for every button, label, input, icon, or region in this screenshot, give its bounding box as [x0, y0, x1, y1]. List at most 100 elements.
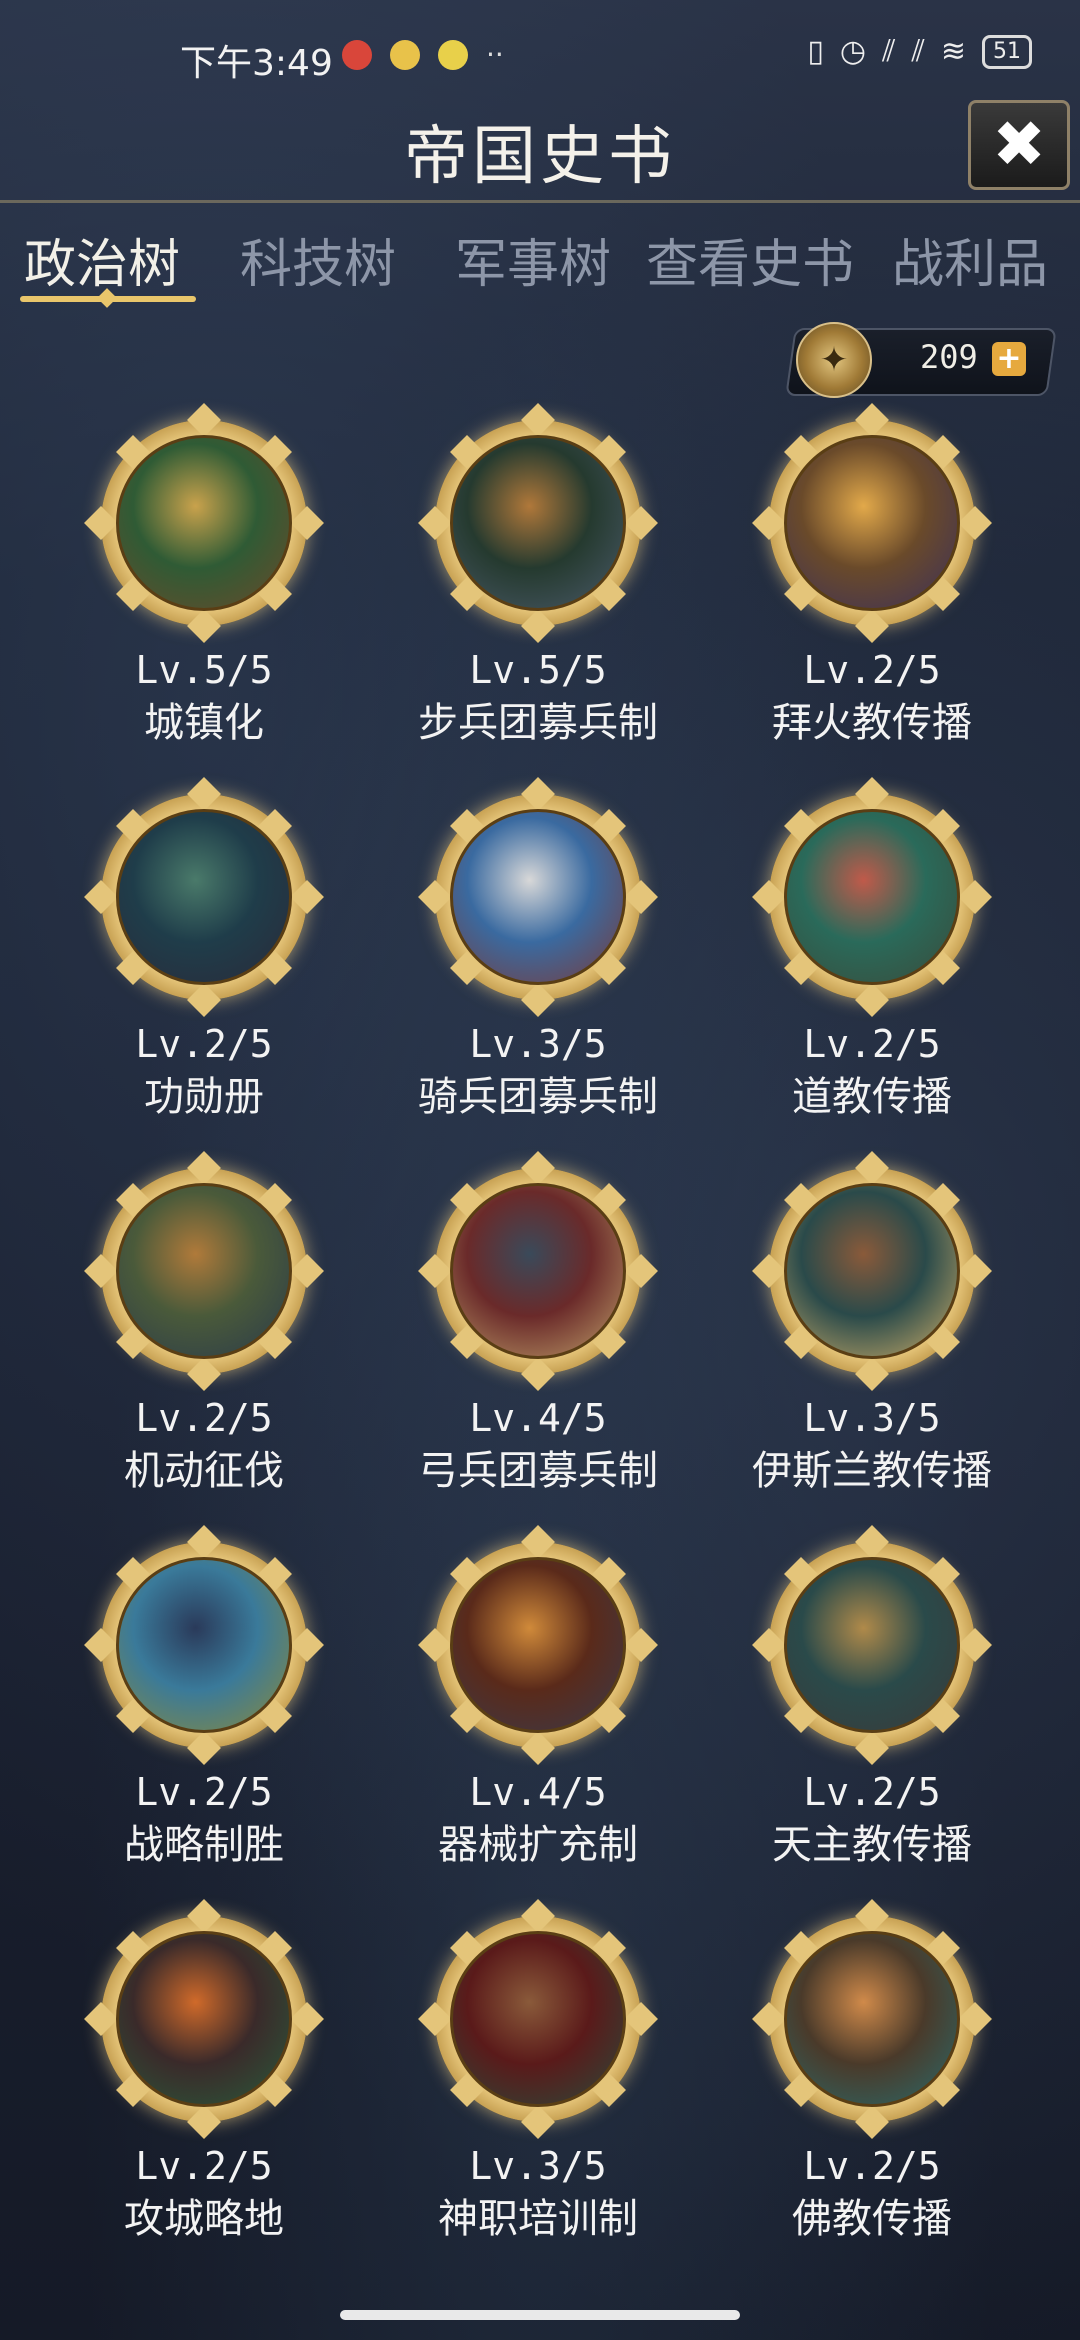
- policy-portrait: [784, 435, 960, 611]
- medallion-spike: [855, 2105, 889, 2139]
- policy-medallion[interactable]: [752, 777, 992, 1017]
- policy-item[interactable]: Lv.2/5 机动征伐: [44, 1151, 364, 1498]
- policy-portrait: [116, 1931, 292, 2107]
- policy-name: 神职培训制: [438, 2196, 638, 2242]
- crest-icon: ✦: [796, 322, 872, 398]
- policy-name: 天主教传播: [772, 1822, 972, 1868]
- vibrate-icon: ▯: [807, 34, 824, 69]
- policy-item[interactable]: Lv.2/5 天主教传播: [712, 1525, 1032, 1872]
- more-notifications-icon: ··: [486, 38, 504, 71]
- policy-medallion[interactable]: [752, 1151, 992, 1391]
- policy-name: 步兵团募兵制: [418, 700, 658, 746]
- medallion-spike: [752, 880, 786, 914]
- policy-medallion[interactable]: [84, 1899, 324, 2139]
- policy-item[interactable]: Lv.4/5 器械扩充制: [378, 1525, 698, 1872]
- medallion-spike: [855, 1357, 889, 1391]
- policy-name: 战略制胜: [124, 1822, 284, 1868]
- policy-item[interactable]: Lv.3/5 神职培训制: [378, 1899, 698, 2246]
- medallion-spike: [752, 1254, 786, 1288]
- policy-item[interactable]: Lv.5/5 城镇化: [44, 403, 364, 750]
- policy-item[interactable]: Lv.2/5 战略制胜: [44, 1525, 364, 1872]
- medallion-spike: [752, 1628, 786, 1662]
- policy-item[interactable]: Lv.3/5 骑兵团募兵制: [378, 777, 698, 1124]
- medallion-spike: [752, 2002, 786, 2036]
- policy-name: 佛教传播: [792, 2196, 952, 2242]
- policy-portrait: [116, 435, 292, 611]
- policy-name: 器械扩充制: [438, 1822, 638, 1868]
- policy-name: 机动征伐: [124, 1448, 284, 1494]
- policy-item[interactable]: Lv.4/5 弓兵团募兵制: [378, 1151, 698, 1498]
- medallion-spike: [624, 880, 658, 914]
- policy-name: 道教传播: [792, 1074, 952, 1120]
- policy-medallion[interactable]: [752, 1525, 992, 1765]
- policy-level: Lv.2/5: [803, 2144, 941, 2188]
- medallion-spike: [187, 1357, 221, 1391]
- policy-medallion[interactable]: [418, 1151, 658, 1391]
- policy-level: Lv.2/5: [135, 2144, 273, 2188]
- policy-medallion[interactable]: [418, 777, 658, 1017]
- medallion-spike: [418, 1254, 452, 1288]
- medallion-spike: [290, 506, 324, 540]
- medallion-spike: [855, 1899, 889, 1933]
- medallion-spike: [418, 1628, 452, 1662]
- medallion-spike: [958, 506, 992, 540]
- page-title: 帝国史书: [404, 120, 676, 194]
- policy-item[interactable]: Lv.2/5 攻城略地: [44, 1899, 364, 2246]
- medallion-spike: [521, 1151, 555, 1185]
- medallion-spike: [187, 2105, 221, 2139]
- policy-portrait: [116, 1557, 292, 1733]
- status-bar: 下午3:49 ·· ▯ ◷ ⫽ ⫽ ≋ 51: [0, 0, 1080, 110]
- medallion-spike: [84, 1254, 118, 1288]
- medallion-spike: [521, 1899, 555, 1933]
- policy-medallion[interactable]: [752, 1899, 992, 2139]
- policy-item[interactable]: Lv.2/5 道教传播: [712, 777, 1032, 1124]
- close-button[interactable]: ✖: [968, 100, 1070, 190]
- medallion-spike: [958, 1628, 992, 1662]
- medallion-spike: [187, 609, 221, 643]
- medallion-spike: [290, 1254, 324, 1288]
- policy-medallion[interactable]: [418, 403, 658, 643]
- add-currency-button[interactable]: +: [992, 342, 1026, 376]
- policy-level: Lv.3/5: [803, 1396, 941, 1440]
- policy-medallion[interactable]: [752, 403, 992, 643]
- medallion-spike: [624, 506, 658, 540]
- medallion-spike: [521, 1357, 555, 1391]
- medallion-spike: [855, 983, 889, 1017]
- tab-military[interactable]: 军事树: [455, 222, 611, 297]
- policy-name: 功勋册: [144, 1074, 264, 1120]
- app-notification-icon: [438, 39, 468, 70]
- medallion-spike: [958, 1254, 992, 1288]
- medallion-spike: [521, 1731, 555, 1765]
- tab-loot[interactable]: 战利品: [892, 222, 1048, 297]
- header-divider: [0, 200, 1080, 203]
- policy-level: Lv.4/5: [469, 1770, 607, 1814]
- medallion-spike: [187, 983, 221, 1017]
- app-notification-icon: [342, 39, 372, 70]
- policy-name: 弓兵团募兵制: [418, 1448, 658, 1494]
- policy-item[interactable]: Lv.2/5 功勋册: [44, 777, 364, 1124]
- policy-level: Lv.2/5: [135, 1770, 273, 1814]
- policy-medallion[interactable]: [84, 777, 324, 1017]
- tab-view-history[interactable]: 查看史书: [646, 222, 854, 297]
- medallion-spike: [521, 2105, 555, 2139]
- medallion-spike: [418, 880, 452, 914]
- medallion-spike: [290, 1628, 324, 1662]
- medallion-spike: [187, 1899, 221, 1933]
- wifi-icon: ≋: [940, 34, 966, 69]
- policy-item[interactable]: Lv.3/5 伊斯兰教传播: [712, 1151, 1032, 1498]
- policy-medallion[interactable]: [418, 1899, 658, 2139]
- policy-item[interactable]: Lv.2/5 佛教传播: [712, 1899, 1032, 2246]
- policy-item[interactable]: Lv.5/5 步兵团募兵制: [378, 403, 698, 750]
- tab-politics[interactable]: 政治树: [24, 222, 180, 297]
- home-indicator[interactable]: [340, 2310, 740, 2320]
- policy-medallion[interactable]: [84, 1525, 324, 1765]
- medallion-spike: [187, 1525, 221, 1559]
- policy-portrait: [450, 435, 626, 611]
- tab-technology[interactable]: 科技树: [240, 222, 396, 297]
- policy-medallion[interactable]: [84, 1151, 324, 1391]
- policy-medallion[interactable]: [418, 1525, 658, 1765]
- policy-item[interactable]: Lv.2/5 拜火教传播: [712, 403, 1032, 750]
- battery-icon: 51: [982, 34, 1032, 69]
- policy-medallion[interactable]: [84, 403, 324, 643]
- policy-name: 城镇化: [144, 700, 264, 746]
